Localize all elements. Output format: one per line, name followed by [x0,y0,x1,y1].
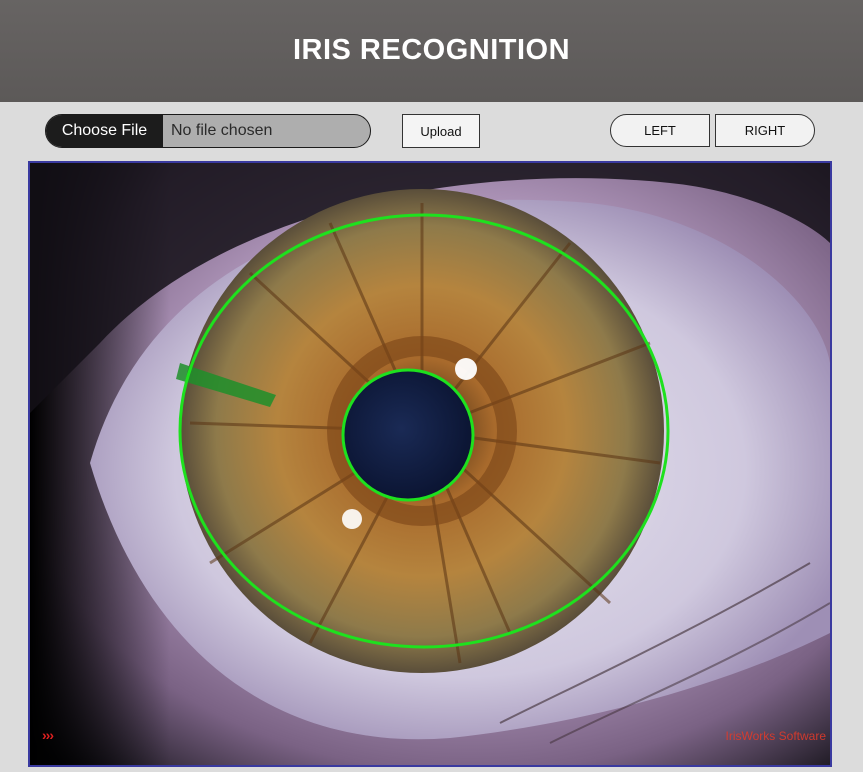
upload-button[interactable]: Upload [402,114,480,148]
app-header: IRIS RECOGNITION [0,0,863,102]
file-input[interactable]: Choose File No file chosen [45,114,371,148]
left-eye-button[interactable]: LEFT [610,114,710,147]
choose-file-button[interactable]: Choose File [46,115,163,147]
page-title: IRIS RECOGNITION [292,33,571,66]
toolbar: Choose File No file chosen Upload LEFT R… [0,102,863,160]
eye-image [30,163,830,765]
arrows-marker: ››› [42,727,54,743]
right-eye-button[interactable]: RIGHT [715,114,815,147]
file-status-text: No file chosen [171,122,273,139]
eye-image-viewer: ››› IrisWorks Software [28,161,832,767]
watermark-text: IrisWorks Software [725,729,826,743]
